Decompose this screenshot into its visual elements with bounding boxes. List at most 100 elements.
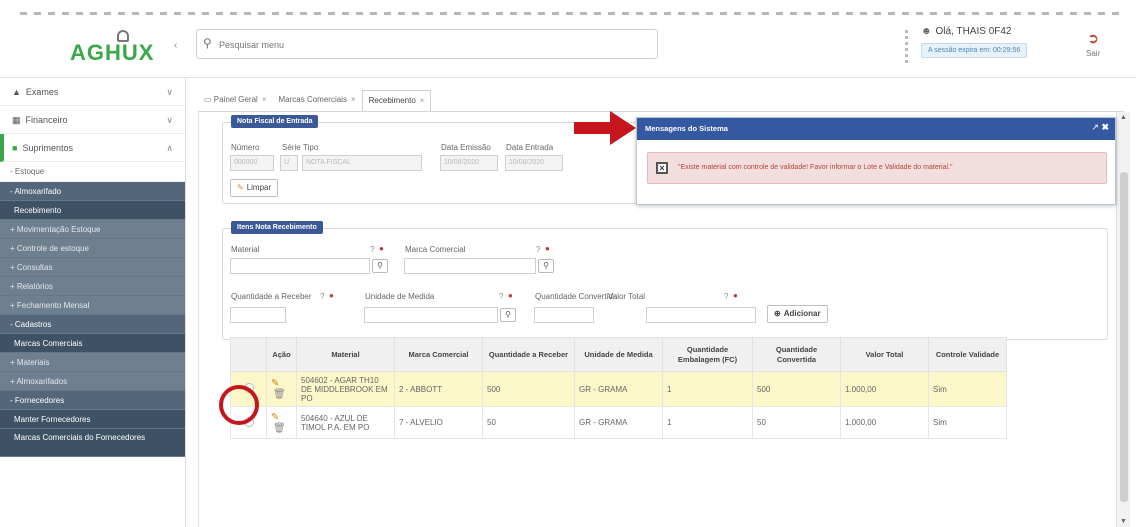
scroll-down-icon[interactable]: ▼ bbox=[1120, 518, 1127, 525]
sidebar-item-suprimentos[interactable]: ■ Suprimentos ∧ bbox=[0, 134, 185, 162]
top-strip bbox=[0, 0, 1136, 20]
cell-qtd: 50 bbox=[482, 406, 575, 439]
clear-button[interactable]: ✎ Limpar bbox=[230, 179, 279, 197]
edit-icon[interactable]: ✎ bbox=[271, 412, 279, 423]
sidebar-item-cadastros[interactable]: - Cadastros bbox=[0, 315, 185, 334]
add-button-label: Adicionar bbox=[783, 309, 821, 318]
logo-text: AGHUX bbox=[70, 40, 155, 65]
marca-input[interactable] bbox=[404, 258, 536, 274]
sidebar-item-fechamento[interactable]: + Fechamento Mensal bbox=[0, 296, 185, 315]
cell-validade: Sim bbox=[928, 406, 1007, 439]
valor-total-input[interactable] bbox=[646, 307, 756, 323]
cell-qtd: 500 bbox=[482, 371, 575, 407]
table-row[interactable]: ✎🗑 504602 - AGAR TH10 DE MIDDLEBROOK EM … bbox=[230, 371, 1007, 407]
marca-search-button[interactable]: ⚲ bbox=[538, 259, 554, 273]
material-search-button[interactable]: ⚲ bbox=[372, 259, 388, 273]
logout-icon: ➲ bbox=[1087, 30, 1099, 46]
trash-icon[interactable]: 🗑 bbox=[273, 389, 286, 400]
sidebar: ▲ Exames ∨ ▦ Financeiro ∨ ■ Suprimentos ∧ - Es… bbox=[0, 78, 186, 527]
col-convertida: Quantidade Convertida bbox=[752, 337, 841, 372]
col-qtd-receber: Quantidade a Receber bbox=[482, 337, 575, 372]
sidebar-item-fornecedores[interactable]: - Fornecedores bbox=[0, 391, 185, 410]
user-icon: ☻ bbox=[921, 26, 932, 37]
help-icon: ? bbox=[320, 292, 325, 301]
required-marker: ● bbox=[733, 291, 738, 300]
sidebar-item-almoxarifado[interactable]: - Almoxarifado bbox=[0, 182, 185, 201]
cell-validade: Sim bbox=[928, 371, 1007, 407]
table-row[interactable]: ✎🗑 504640 - AZUL DE TIMOL P.A. EM PO 7 -… bbox=[230, 406, 1007, 439]
cell-material: 504640 - AZUL DE TIMOL P.A. EM PO bbox=[296, 406, 395, 439]
qtd-convertida-input[interactable] bbox=[534, 307, 594, 323]
app-logo[interactable]: AGHUX bbox=[70, 30, 160, 70]
search-input[interactable] bbox=[219, 37, 639, 53]
itens-table: Ação Material Marca Comercial Quantidade… bbox=[230, 337, 1007, 439]
sidebar-item-manter-fornecedores[interactable]: Manter Fornecedores bbox=[0, 410, 185, 429]
serie-field[interactable]: U bbox=[280, 155, 298, 171]
error-message: × "Existe material com controle de valid… bbox=[647, 152, 1107, 184]
edit-icon[interactable]: ✎ bbox=[271, 378, 279, 389]
scroll-thumb[interactable] bbox=[1120, 172, 1128, 502]
sidebar-item-marcas[interactable]: Marcas Comerciais bbox=[0, 334, 185, 353]
close-icon[interactable]: × bbox=[420, 96, 425, 105]
collapse-sidebar-icon[interactable]: ‹ bbox=[174, 40, 177, 51]
tipo-label: Tipo bbox=[303, 143, 319, 152]
cell-valor: 1.000,00 bbox=[840, 371, 929, 407]
required-marker: ● bbox=[379, 244, 384, 253]
tipo-field[interactable]: NOTA FISCAL bbox=[302, 155, 422, 171]
qtd-receber-label: Quantidade a Receber bbox=[231, 292, 312, 301]
material-input[interactable] bbox=[230, 258, 370, 274]
sidebar-item-marcas-fornecedores[interactable]: Marcas Comerciais do Fornecedores bbox=[0, 429, 185, 457]
logout-button[interactable]: ➲ Sair bbox=[1086, 30, 1100, 58]
tab-painel-geral[interactable]: ▭ Painel Geral × bbox=[198, 90, 273, 112]
numero-field[interactable]: 000000 bbox=[230, 155, 274, 171]
system-messages-dialog: Mensagens do Sistema ↗ ✖ × "Existe mater… bbox=[636, 117, 1116, 205]
sidebar-item-movimentacao[interactable]: + Movimentação Estoque bbox=[0, 220, 185, 239]
sidebar-item-almoxarifados[interactable]: + Almoxarifados bbox=[0, 372, 185, 391]
search-box[interactable]: ⚲ bbox=[196, 29, 658, 59]
unidade-input[interactable] bbox=[364, 307, 498, 323]
tab-recebimento[interactable]: Recebimento × bbox=[361, 90, 432, 112]
help-icon: ? bbox=[724, 292, 729, 301]
marca-label: Marca Comercial bbox=[405, 245, 466, 254]
close-icon[interactable]: × bbox=[262, 95, 267, 104]
col-acao: Ação bbox=[266, 337, 297, 372]
unidade-label: Unidade de Medida bbox=[365, 292, 435, 301]
material-label: Material bbox=[231, 245, 260, 254]
sidebar-item-estoque[interactable]: - Estoque bbox=[0, 162, 185, 182]
col-validade: Controle Validade bbox=[928, 337, 1007, 372]
tab-marcas-comerciais[interactable]: Marcas Comerciais × bbox=[272, 90, 362, 112]
cell-convertida: 500 bbox=[752, 371, 841, 407]
close-icon[interactable]: × bbox=[351, 95, 356, 104]
expand-icon[interactable]: ↗ bbox=[1091, 122, 1099, 132]
panel-title: Nota Fiscal de Entrada bbox=[231, 115, 319, 128]
close-icon[interactable]: ✖ bbox=[1101, 122, 1109, 132]
annotation-arrow-icon bbox=[574, 111, 636, 145]
sidebar-item-relatorios[interactable]: + Relatórios bbox=[0, 277, 185, 296]
data-emissao-field[interactable]: 10/08/2020 bbox=[440, 155, 498, 171]
content-scrollbar[interactable]: ▲ ▼ bbox=[1116, 112, 1130, 527]
annotation-circle bbox=[219, 385, 259, 425]
search-icon: ⚲ bbox=[203, 36, 212, 50]
session-timer: A sessão expira em: 00:29:56 bbox=[921, 43, 1028, 58]
error-message-text: "Existe material com controle de validad… bbox=[678, 164, 953, 171]
cell-material: 504602 - AGAR TH10 DE MIDDLEBROOK EM PO bbox=[296, 371, 395, 407]
add-button[interactable]: ⊕ Adicionar bbox=[767, 305, 828, 323]
col-material: Material bbox=[296, 337, 395, 372]
sidebar-item-financeiro[interactable]: ▦ Financeiro ∨ bbox=[0, 106, 185, 134]
sidebar-item-label: Exames bbox=[25, 87, 59, 97]
qtd-receber-input[interactable] bbox=[230, 307, 286, 323]
required-marker: ● bbox=[329, 291, 334, 300]
sidebar-item-consultas[interactable]: + Consultas bbox=[0, 258, 185, 277]
data-entrada-field[interactable]: 10/08/2020 bbox=[505, 155, 563, 171]
col-unidade: Unidade de Medida bbox=[574, 337, 663, 372]
sidebar-item-materiais[interactable]: + Materiais bbox=[0, 353, 185, 372]
unidade-search-button[interactable]: ⚲ bbox=[500, 308, 516, 322]
blurred-header-text bbox=[20, 12, 1120, 15]
scroll-up-icon[interactable]: ▲ bbox=[1120, 114, 1127, 121]
eraser-icon: ✎ bbox=[237, 183, 244, 192]
sidebar-item-exames[interactable]: ▲ Exames ∨ bbox=[0, 78, 185, 106]
sidebar-item-controle[interactable]: + Controle de estoque bbox=[0, 239, 185, 258]
sidebar-item-recebimento[interactable]: Recebimento bbox=[0, 201, 185, 220]
trash-icon[interactable]: 🗑 bbox=[273, 423, 286, 434]
chevron-down-icon: ∨ bbox=[166, 87, 173, 97]
